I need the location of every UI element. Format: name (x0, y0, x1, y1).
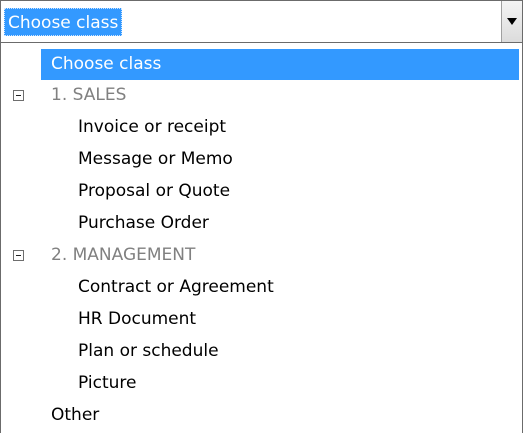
option-other[interactable]: Other (41, 400, 99, 431)
selected-value[interactable]: Choose class (4, 8, 123, 36)
option-contract-or-agreement[interactable]: Contract or Agreement (78, 272, 274, 303)
group-management-label: 2. MANAGEMENT (51, 245, 196, 265)
class-select[interactable]: Choose class (0, 0, 523, 43)
collapse-minus-icon[interactable] (13, 250, 24, 261)
option-plan-or-schedule[interactable]: Plan or schedule (78, 336, 219, 367)
chevron-down-icon (507, 18, 517, 25)
option-purchase-order[interactable]: Purchase Order (78, 208, 209, 239)
option-invoice-or-receipt[interactable]: Invoice or receipt (78, 112, 226, 143)
option-message-or-memo[interactable]: Message or Memo (78, 144, 233, 175)
dropdown-button[interactable] (501, 1, 522, 42)
option-picture[interactable]: Picture (78, 368, 136, 399)
collapse-minus-icon[interactable] (13, 90, 24, 101)
group-sales-label: 1. SALES (51, 85, 127, 105)
option-choose-class[interactable]: Choose class (41, 49, 519, 80)
dropdown-list: Choose class 1. SALES Invoice or receipt… (0, 43, 523, 433)
option-proposal-or-quote[interactable]: Proposal or Quote (78, 176, 230, 207)
option-hr-document[interactable]: HR Document (78, 304, 196, 335)
